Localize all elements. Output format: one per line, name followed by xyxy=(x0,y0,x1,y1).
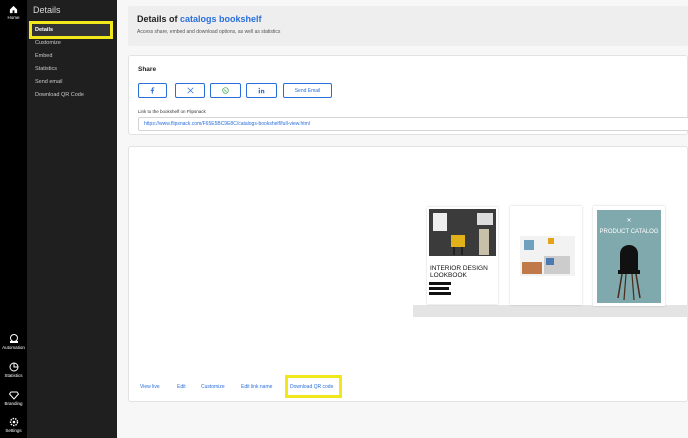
catalog-cover-image: ✕ xyxy=(597,210,661,303)
lookbook-title: INTERIOR DESIGN LOOKBOOK xyxy=(430,265,488,279)
share-panel: Share Send Email Link to the bookshelf o… xyxy=(128,55,688,135)
book-product-catalog[interactable]: ✕ PRODUCT CATALOG xyxy=(593,206,665,306)
share-whatsapp-button[interactable] xyxy=(210,83,241,98)
share-x-button[interactable] xyxy=(175,83,205,98)
rail-settings-label: Settings xyxy=(5,428,22,433)
details-sidebar: Details Customize Embed Statistics Send … xyxy=(27,0,117,438)
page-title-prefix: Details of xyxy=(137,14,181,24)
share-linkedin-button[interactable] xyxy=(246,83,277,98)
sidebar-item-embed[interactable]: Embed xyxy=(35,53,52,59)
home-icon xyxy=(9,5,18,14)
book-interior-lookbook[interactable]: INTERIOR DESIGN LOOKBOOK xyxy=(427,207,498,304)
sidebar-item-customize[interactable]: Customize xyxy=(35,40,61,46)
icon-rail: Home Automation Statistics Branding Sett… xyxy=(0,0,27,438)
interior-photo-cover xyxy=(520,236,575,276)
rail-statistics[interactable]: Statistics xyxy=(0,362,27,378)
link-label: Link to the bookshelf on Flipsnack xyxy=(138,109,206,114)
rail-home[interactable]: Home xyxy=(0,5,27,20)
share-title: Share xyxy=(138,66,157,73)
rail-home-label: Home xyxy=(7,15,20,20)
bookshelf-preview-panel: INTERIOR DESIGN LOOKBOOK ✕ PRODUCT CATAL… xyxy=(128,146,688,402)
sidebar-item-statistics[interactable]: Statistics xyxy=(35,66,57,72)
x-twitter-icon xyxy=(186,87,194,94)
main-content: Details of catalogs bookshelf Access sha… xyxy=(117,0,688,438)
qr-code-highlight xyxy=(285,375,342,398)
page-subtitle: Access share, embed and download options… xyxy=(137,29,281,35)
send-email-label: Send Email xyxy=(294,87,321,94)
share-facebook-button[interactable] xyxy=(138,83,167,98)
bookshelf-link-field[interactable] xyxy=(138,117,688,131)
page-title: Details of catalogs bookshelf xyxy=(137,14,262,24)
sidebar-title: Details xyxy=(33,5,61,15)
shelf xyxy=(413,305,688,317)
rail-branding-label: Branding xyxy=(4,401,23,406)
edit-link[interactable]: Edit xyxy=(177,384,186,390)
rail-settings[interactable]: Settings xyxy=(0,417,27,433)
customize-link[interactable]: Customize xyxy=(201,384,225,390)
gear-icon xyxy=(9,417,18,427)
rail-statistics-label: Statistics xyxy=(4,373,23,378)
sidebar-item-send-email[interactable]: Send email xyxy=(35,79,63,85)
lookbook-cover-image xyxy=(429,209,496,295)
rail-automation[interactable]: Automation xyxy=(0,334,27,350)
sidebar-item-details[interactable]: Details xyxy=(29,21,113,39)
automation-icon xyxy=(9,334,18,343)
book-interior-photo[interactable] xyxy=(510,206,582,305)
rail-automation-label: Automation xyxy=(2,345,25,350)
rail-branding[interactable]: Branding xyxy=(0,390,27,406)
sidebar-item-download-qr[interactable]: Download QR Code xyxy=(35,92,84,98)
send-email-button[interactable]: Send Email xyxy=(283,83,332,98)
diamond-icon xyxy=(8,391,19,400)
facebook-icon xyxy=(150,87,155,94)
statistics-icon xyxy=(9,362,18,372)
svg-text:✕: ✕ xyxy=(626,218,631,224)
edit-link-name-link[interactable]: Edit link name xyxy=(241,384,272,390)
whatsapp-icon xyxy=(222,87,229,94)
sidebar-item-details-label: Details xyxy=(35,27,54,33)
linkedin-icon xyxy=(258,87,265,94)
page-header: Details of catalogs bookshelf Access sha… xyxy=(128,6,688,46)
bookshelf-name: catalogs bookshelf xyxy=(180,14,262,24)
view-live-link[interactable]: View live xyxy=(140,384,160,390)
catalog-title: PRODUCT CATALOG xyxy=(599,229,659,235)
